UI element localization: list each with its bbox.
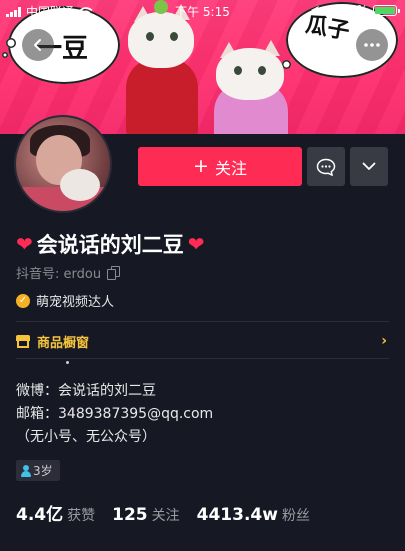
age-text: 3岁: [33, 464, 53, 478]
divider: [16, 321, 389, 322]
profile-stats: 4.4亿 获赞 125 关注 4413.4w 粉丝: [16, 500, 327, 525]
chevron-down-icon: [362, 162, 376, 170]
more-options-button[interactable]: [356, 29, 388, 61]
bio: 微博：会说话的刘二豆 邮箱：3489387395@qq.com （无小号、无公众…: [16, 380, 213, 449]
shop-window-link[interactable]: 商品橱窗 ›: [16, 332, 389, 351]
alarm-icon: [326, 5, 336, 16]
copy-icon[interactable]: [107, 265, 121, 280]
bio-line-weibo: 微博：会说话的刘二豆: [16, 383, 156, 399]
following-label: 关注: [151, 508, 180, 524]
douyin-id-text: 抖音号: erdou: [16, 267, 102, 282]
age-tag: 3岁: [16, 460, 60, 481]
following-stat[interactable]: 125 关注: [112, 505, 180, 525]
profile-cover: 一豆 瓜子 中国联通 下午 5:15 96%: [0, 0, 405, 134]
followers-count: 4413.4w: [196, 505, 278, 525]
battery-percent: 96%: [341, 3, 368, 17]
followers-stat[interactable]: 4413.4w 粉丝: [197, 505, 310, 525]
status-bar: 中国联通 下午 5:15 96%: [0, 0, 405, 22]
back-button[interactable]: [22, 29, 54, 61]
expand-recommendations-button[interactable]: [350, 147, 388, 186]
shop-icon: [16, 334, 30, 348]
following-count: 125: [112, 505, 148, 525]
creator-badge: ✓ 萌宠视频达人: [16, 291, 114, 310]
follow-label: 关注: [214, 158, 247, 178]
ellipsis-icon: [364, 43, 380, 47]
battery-icon: [373, 4, 400, 16]
follow-button[interactable]: + 关注: [138, 147, 302, 186]
followers-label: 粉丝: [281, 508, 310, 524]
chevron-left-icon: [34, 39, 41, 51]
verified-check-icon: ✓: [16, 293, 30, 308]
bio-line-note: （无小号、无公众号）: [16, 429, 156, 445]
divider: [16, 358, 389, 359]
avatar[interactable]: [14, 115, 112, 213]
badge-text: 萌宠视频达人: [36, 295, 115, 310]
message-button[interactable]: [307, 147, 345, 186]
likes-stat[interactable]: 4.4亿 获赞: [16, 500, 95, 525]
location-icon: [311, 6, 320, 14]
likes-count: 4.4亿: [16, 505, 64, 525]
bio-line-email: 邮箱：3489387395@qq.com: [16, 406, 214, 422]
heart-icon: ❤: [16, 232, 33, 256]
profile-name-row: ❤ 会说话的刘二豆 ❤: [16, 229, 205, 259]
person-icon: [21, 464, 31, 477]
plus-icon: +: [193, 155, 209, 177]
nickname: 会说话的刘二豆: [36, 233, 184, 257]
douyin-id: 抖音号: erdou: [16, 263, 121, 282]
chat-bubble-icon: [316, 158, 336, 176]
chevron-right-icon: ›: [381, 333, 387, 349]
likes-label: 获赞: [67, 508, 96, 524]
shop-label: 商品橱窗: [37, 335, 90, 351]
heart-icon: ❤: [187, 232, 205, 256]
